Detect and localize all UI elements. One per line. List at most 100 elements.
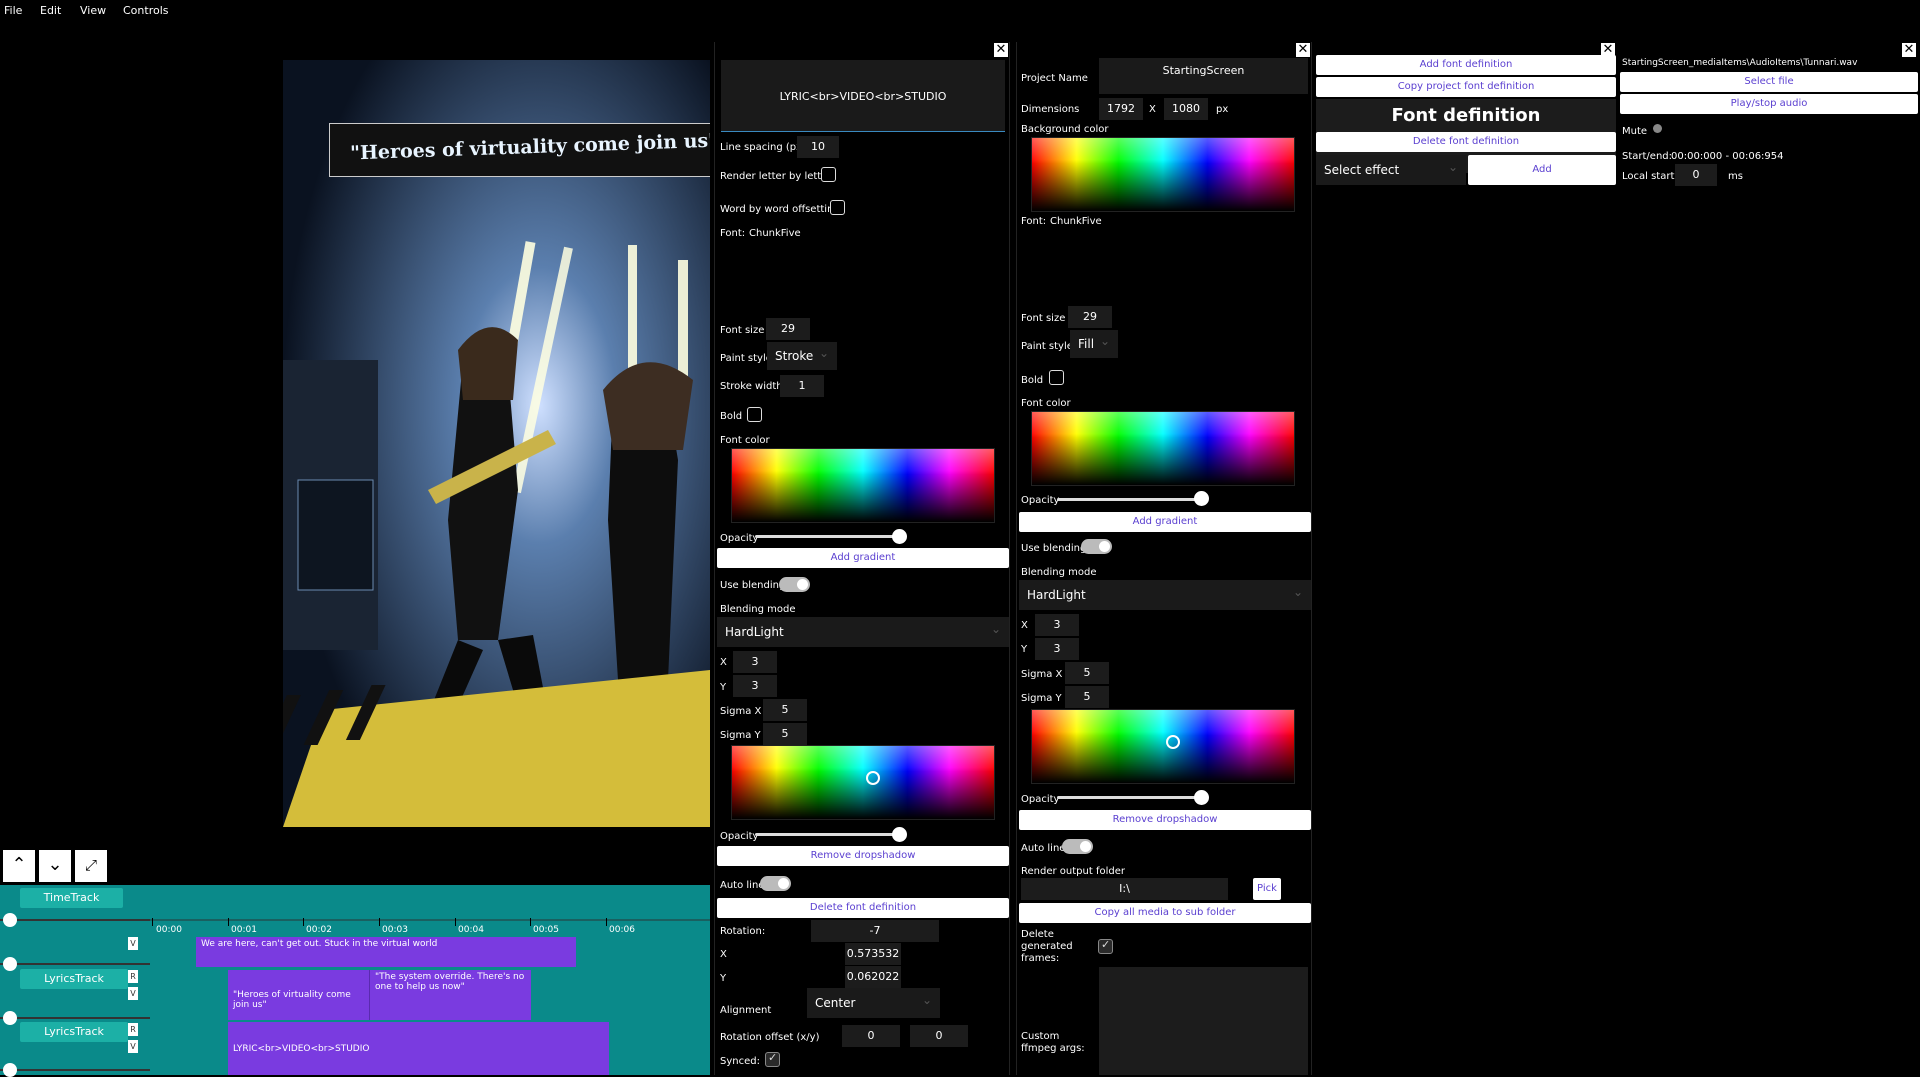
auto-line-toggle[interactable] <box>1062 839 1093 854</box>
use-blending-toggle[interactable] <box>779 577 810 592</box>
pos-x-input[interactable]: 0.573532 <box>845 943 901 965</box>
word-offset-checkbox[interactable] <box>830 200 845 215</box>
blending-mode-select[interactable]: HardLight <box>1019 577 1311 610</box>
shadow-x-input[interactable]: 3 <box>1035 614 1079 636</box>
menu-edit[interactable]: Edit <box>40 4 61 17</box>
shadow-opacity-knob[interactable] <box>1194 790 1209 805</box>
lyric-text-input[interactable]: LYRIC<br>VIDEO<br>STUDIO <box>721 60 1005 132</box>
local-start-input[interactable]: 0 <box>1675 164 1717 186</box>
remove-dropshadow-button[interactable]: Remove dropshadow <box>1019 810 1311 830</box>
select-file-button[interactable]: Select file <box>1620 72 1918 92</box>
select-effect-dropdown[interactable]: Select effect <box>1316 152 1466 185</box>
use-blending-toggle[interactable] <box>1081 539 1112 554</box>
close-icon[interactable]: ✕ <box>1902 43 1916 57</box>
copy-project-font-button[interactable]: Copy project font definition <box>1316 77 1616 97</box>
track-scrubber-knob[interactable] <box>3 913 17 927</box>
remove-dropshadow-button[interactable]: Remove dropshadow <box>717 846 1009 866</box>
sigma-y-input[interactable]: 5 <box>1065 686 1109 708</box>
delete-font-definition-button[interactable]: Delete font definition <box>1316 132 1616 152</box>
track-scrubber-knob[interactable] <box>3 957 17 971</box>
track-header-timetrack[interactable]: TimeTrack <box>20 888 123 908</box>
stroke-width-input[interactable]: 1 <box>780 375 824 397</box>
rotation-offset-y-input[interactable]: 0 <box>910 1025 968 1047</box>
track-scrubber[interactable] <box>0 919 150 921</box>
shadow-opacity-slider[interactable] <box>1057 796 1203 799</box>
bold-checkbox[interactable] <box>747 407 762 422</box>
shadow-x-input[interactable]: 3 <box>733 651 777 673</box>
synced-checkbox[interactable] <box>765 1051 780 1067</box>
font-color-picker[interactable] <box>1031 411 1295 486</box>
track-scrubber[interactable] <box>0 963 150 965</box>
delete-frames-checkbox[interactable] <box>1098 938 1113 954</box>
alignment-select[interactable]: Center <box>807 985 940 1018</box>
shadow-color-picker[interactable] <box>731 745 995 820</box>
menu-controls[interactable]: Controls <box>123 4 169 17</box>
copy-media-button[interactable]: Copy all media to sub folder <box>1019 903 1311 923</box>
font-size-input[interactable]: 29 <box>766 318 810 340</box>
visibility-toggle[interactable]: V <box>128 987 138 1000</box>
paint-style-select[interactable]: Stroke <box>767 339 837 370</box>
track-header-lyrics-2[interactable]: LyricsTrack <box>20 1022 128 1042</box>
close-icon[interactable]: ✕ <box>1296 43 1310 57</box>
pick-folder-button[interactable]: Pick <box>1253 878 1281 900</box>
render-output-input[interactable]: I:\ <box>1021 878 1228 900</box>
opacity-slider[interactable] <box>755 535 901 538</box>
shadow-color-picker[interactable] <box>1031 709 1295 784</box>
sigma-x-input[interactable]: 5 <box>763 699 807 721</box>
width-input[interactable]: 1792 <box>1099 98 1143 120</box>
lyric-clip[interactable]: "Heroes of virtuality come join us" <box>228 970 370 1020</box>
opacity-slider-knob[interactable] <box>1194 491 1209 506</box>
rotation-input[interactable]: -7 <box>811 920 939 942</box>
play-stop-audio-button[interactable]: Play/stop audio <box>1620 94 1918 114</box>
close-icon[interactable]: ✕ <box>994 43 1008 57</box>
opacity-slider-knob[interactable] <box>892 529 907 544</box>
visibility-toggle[interactable]: V <box>128 1040 138 1053</box>
background-color-picker[interactable] <box>1031 137 1295 212</box>
track-header-lyrics-1[interactable]: LyricsTrack <box>20 969 128 989</box>
lyric-clip[interactable]: "The system override. There's no one to … <box>369 970 531 1020</box>
opacity-slider[interactable] <box>1057 498 1203 501</box>
shadow-y-input[interactable]: 3 <box>733 675 777 697</box>
track-scrubber[interactable] <box>0 1069 150 1071</box>
rotation-offset-x-input[interactable]: 0 <box>842 1025 900 1047</box>
ffmpeg-args-input[interactable] <box>1099 967 1308 1075</box>
delete-font-definition-button[interactable]: Delete font definition <box>717 898 1009 918</box>
line-spacing-input[interactable]: 10 <box>797 136 839 158</box>
shadow-opacity-slider[interactable] <box>755 833 901 836</box>
add-font-definition-button[interactable]: Add font definition <box>1316 55 1616 75</box>
track-scrubber[interactable] <box>0 1017 150 1019</box>
record-toggle[interactable]: R <box>128 1023 138 1036</box>
shadow-opacity-knob[interactable] <box>892 827 907 842</box>
menu-file[interactable]: File <box>4 4 22 17</box>
add-effect-button[interactable]: Add <box>1468 155 1616 185</box>
height-input[interactable]: 1080 <box>1164 98 1208 120</box>
font-size-input[interactable]: 29 <box>1068 306 1112 328</box>
lyric-clip[interactable]: We are here, can't get out. Stuck in the… <box>196 937 576 967</box>
shadow-color-handle[interactable] <box>866 771 880 785</box>
add-gradient-button[interactable]: Add gradient <box>717 548 1009 568</box>
move-up-button[interactable]: ⌃ <box>3 850 35 882</box>
lyric-clip[interactable]: LYRIC<br>VIDEO<br>STUDIO <box>228 1022 609 1075</box>
sigma-y-input[interactable]: 5 <box>763 723 807 745</box>
move-down-button[interactable]: ⌄ <box>39 850 71 882</box>
track-scrubber-knob[interactable] <box>3 1011 17 1025</box>
mute-toggle[interactable] <box>1653 124 1662 133</box>
paint-style-select[interactable]: Fill <box>1070 327 1118 358</box>
blending-mode-select[interactable]: HardLight <box>717 614 1009 647</box>
record-toggle[interactable]: R <box>128 970 138 983</box>
pos-y-input[interactable]: 0.062022 <box>845 966 901 988</box>
auto-line-toggle[interactable] <box>760 876 791 891</box>
font-name[interactable]: ChunkFive <box>749 228 801 239</box>
shadow-y-input[interactable]: 3 <box>1035 638 1079 660</box>
add-gradient-button[interactable]: Add gradient <box>1019 512 1311 532</box>
font-color-picker[interactable] <box>731 448 995 523</box>
menu-view[interactable]: View <box>80 4 106 17</box>
expand-button[interactable]: ⤢ <box>75 850 107 882</box>
project-name-input[interactable]: StartingScreen <box>1099 58 1308 94</box>
bold-checkbox[interactable] <box>1049 370 1064 385</box>
shadow-color-handle[interactable] <box>1166 735 1180 749</box>
sigma-x-input[interactable]: 5 <box>1065 662 1109 684</box>
visibility-toggle[interactable]: V <box>128 937 138 950</box>
render-letter-checkbox[interactable] <box>821 167 836 182</box>
lyric-overlay-box[interactable]: "Heroes of virtuality come join us" <box>329 123 710 177</box>
